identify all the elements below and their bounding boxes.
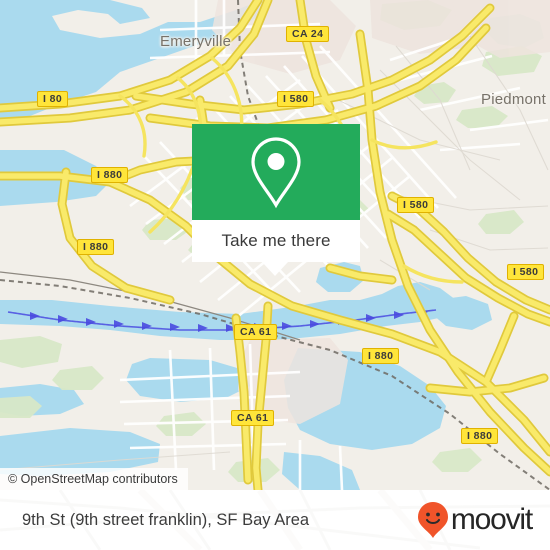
moovit-logo[interactable]: moovit xyxy=(417,501,533,539)
callout-icon-panel xyxy=(192,124,360,220)
highway-shield: I 880 xyxy=(91,167,129,183)
map-pin-icon xyxy=(251,137,301,209)
highway-shield: I 880 xyxy=(362,348,400,364)
highway-shield: I 880 xyxy=(77,239,115,255)
highway-shield: I 880 xyxy=(461,428,499,444)
moovit-smiling-pin-icon xyxy=(417,502,448,538)
highway-shield: CA 24 xyxy=(286,26,330,42)
map-place-label: Emeryville xyxy=(160,33,232,50)
highway-shield: I 80 xyxy=(37,91,69,107)
highway-shield: I 580 xyxy=(507,264,545,280)
moovit-wordmark: moovit xyxy=(450,503,533,536)
location-callout-card[interactable]: Take me there xyxy=(192,124,360,262)
highway-shield: CA 61 xyxy=(231,410,275,426)
osm-attribution[interactable]: © OpenStreetMap contributors xyxy=(0,468,188,490)
callout-pointer-tail xyxy=(262,262,288,276)
callout-action-panel[interactable]: Take me there xyxy=(192,220,360,262)
highway-shield: I 580 xyxy=(397,197,435,213)
highway-shield: CA 61 xyxy=(234,324,278,340)
map-place-label: Piedmont xyxy=(481,91,546,108)
footer-bar: 9th St (9th street franklin), SF Bay Are… xyxy=(0,490,550,550)
screenshot-root: Emeryville Piedmont I 80 CA 24 I 580 I 8… xyxy=(0,0,550,550)
location-title: 9th St (9th street franklin), SF Bay Are… xyxy=(22,510,310,529)
take-me-there-label: Take me there xyxy=(221,231,331,250)
map-canvas[interactable]: Emeryville Piedmont I 80 CA 24 I 580 I 8… xyxy=(0,0,550,490)
highway-shield: I 580 xyxy=(277,91,315,107)
